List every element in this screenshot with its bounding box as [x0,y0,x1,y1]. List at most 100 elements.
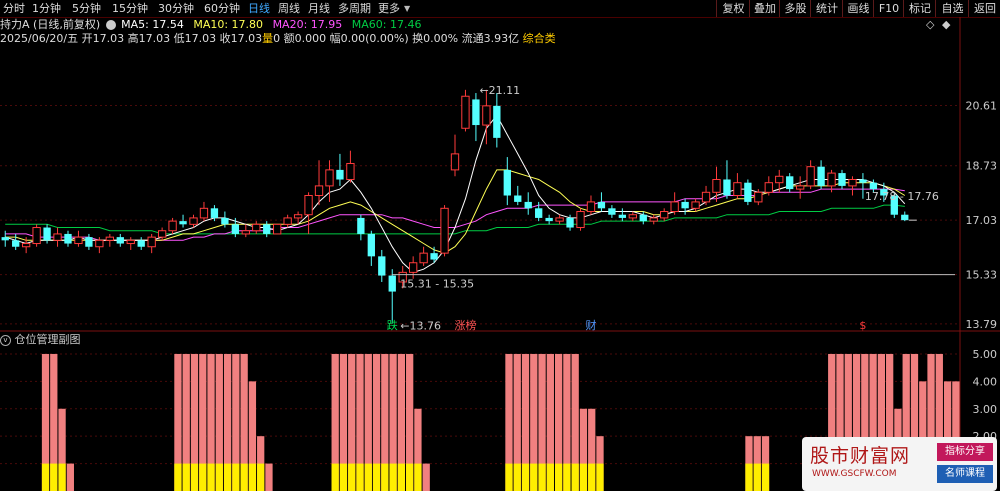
candle-body [336,169,344,180]
tab-60min[interactable]: 60分钟 [204,0,240,17]
position-bar [257,436,265,491]
candle-body [660,211,669,219]
candle-body [147,236,156,248]
sub-y-tick-label: 3.00 [973,403,998,416]
signal-marker: $ [859,319,866,332]
sub-y-tick-label: 4.00 [973,375,998,388]
info-high: 高17.03 [127,32,171,45]
multi-stock-button[interactable]: 多股 [779,0,811,17]
candle-body [817,166,825,186]
position-base-bar [406,463,414,491]
position-bar [50,353,58,491]
position-bar [41,353,50,491]
signal-marker: 涨榜 [454,318,476,332]
position-base-bar [546,463,554,491]
candle-body [231,224,240,234]
more-dropdown-icon[interactable]: ▼ [404,0,410,17]
candle-body [503,169,511,196]
position-bar [372,353,381,491]
candle-body [357,217,365,234]
period-toolbar: 分时 1分钟 5分钟 15分钟 30分钟 60分钟 日线 周线 月线 多周期 更… [0,0,1000,18]
fuquan-button[interactable]: 复权 [716,0,750,17]
position-base-bar [745,463,753,491]
candle-body [576,211,585,229]
position-bar [232,353,240,491]
position-bar [356,353,364,491]
candle-body [859,179,867,183]
stock-title: 持力A [0,18,30,31]
candle-body [1,237,9,241]
sub-chart-title-text: 仓位管理副图 [14,333,81,346]
candle-body [221,217,229,225]
position-base-bar [339,463,348,491]
diamond-icon[interactable]: ◇ [926,18,934,31]
ma-legend: 持力A (日线,前复权) MA5: 17.54 MA10: 17.80 MA20… [0,17,422,32]
candle-body [53,233,62,241]
candle-body [608,208,616,215]
position-bar [265,463,273,491]
position-base-bar [223,463,232,491]
position-bar [364,353,372,491]
tab-daily[interactable]: 日线 [248,0,270,17]
right-range-label: 17.78 - 17.76 [865,190,939,203]
candle-body [85,237,93,247]
tab-5min[interactable]: 5分钟 [72,0,101,17]
draw-line-button[interactable]: 画线 [842,0,874,17]
stats-button[interactable]: 统计 [810,0,843,17]
chart-options-icon[interactable]: ◆ [942,18,950,31]
signal-marker: 跌 [387,318,398,332]
position-bar [339,353,348,491]
candle-body [210,208,219,218]
tab-more[interactable]: 更多 [378,0,400,17]
position-bar [199,353,207,491]
position-bar [546,353,554,491]
candle-body [775,175,784,184]
position-bar [513,353,521,491]
high-price-label: ←21.11 [479,84,520,97]
candle-body [430,253,438,260]
signal-marker: 财 [585,318,596,332]
tab-monthly[interactable]: 月线 [308,0,330,17]
settings-circle-icon[interactable] [105,20,116,30]
watermark-url: WWW.GSCFW.COM [812,469,897,479]
stock-subtitle: (日线,前复权) [33,18,101,31]
candle-body [367,233,375,257]
info-float: 流通3.93亿 [461,32,520,45]
candle-body [304,195,313,216]
tab-multi-period[interactable]: 多周期 [338,0,371,17]
ma10-line [5,169,906,254]
watermark-badge-share: 指标分享 [937,443,993,461]
info-sector[interactable]: 综合类 [523,32,556,45]
ma60-label: MA60: 17.46 [351,18,422,31]
watchlist-button[interactable]: 自选 [935,0,969,17]
mark-button[interactable]: 标记 [903,0,936,17]
candle-body [346,162,355,180]
position-bar [397,353,406,491]
candle-body [880,189,888,196]
candle-body [43,227,51,241]
position-bar [207,353,215,491]
kline-chart[interactable]: ←21.11 ←13.76 15.31 - 15.35 17.78 - 17.76 跌 涨… [0,0,1000,491]
candle-body [764,182,773,193]
tab-weekly[interactable]: 周线 [278,0,300,17]
tab-fenshi[interactable]: 分时 [3,0,25,17]
tab-30min[interactable]: 30分钟 [158,0,194,17]
tab-15min[interactable]: 15分钟 [112,0,148,17]
tab-1min[interactable]: 1分钟 [32,0,61,17]
candle-body [398,271,407,283]
back-button[interactable]: 返回 [968,0,1000,17]
sub-chart-collapse-icon[interactable]: v [0,334,11,346]
candle-body [514,195,522,202]
candle-body [649,217,658,222]
info-date: 2025/06/20/五 [0,32,79,45]
position-bar [215,353,223,491]
position-bar [753,436,761,491]
overlay-button[interactable]: 叠加 [749,0,780,17]
watermark-badge-course: 名师课程 [937,465,993,483]
y-tick-label: 15.33 [966,269,998,282]
candle-body [723,179,731,196]
position-bar [331,353,339,491]
position-bar [66,463,74,491]
f10-button[interactable]: F10 [873,0,904,17]
info-amount: 额0.000 [283,32,327,45]
